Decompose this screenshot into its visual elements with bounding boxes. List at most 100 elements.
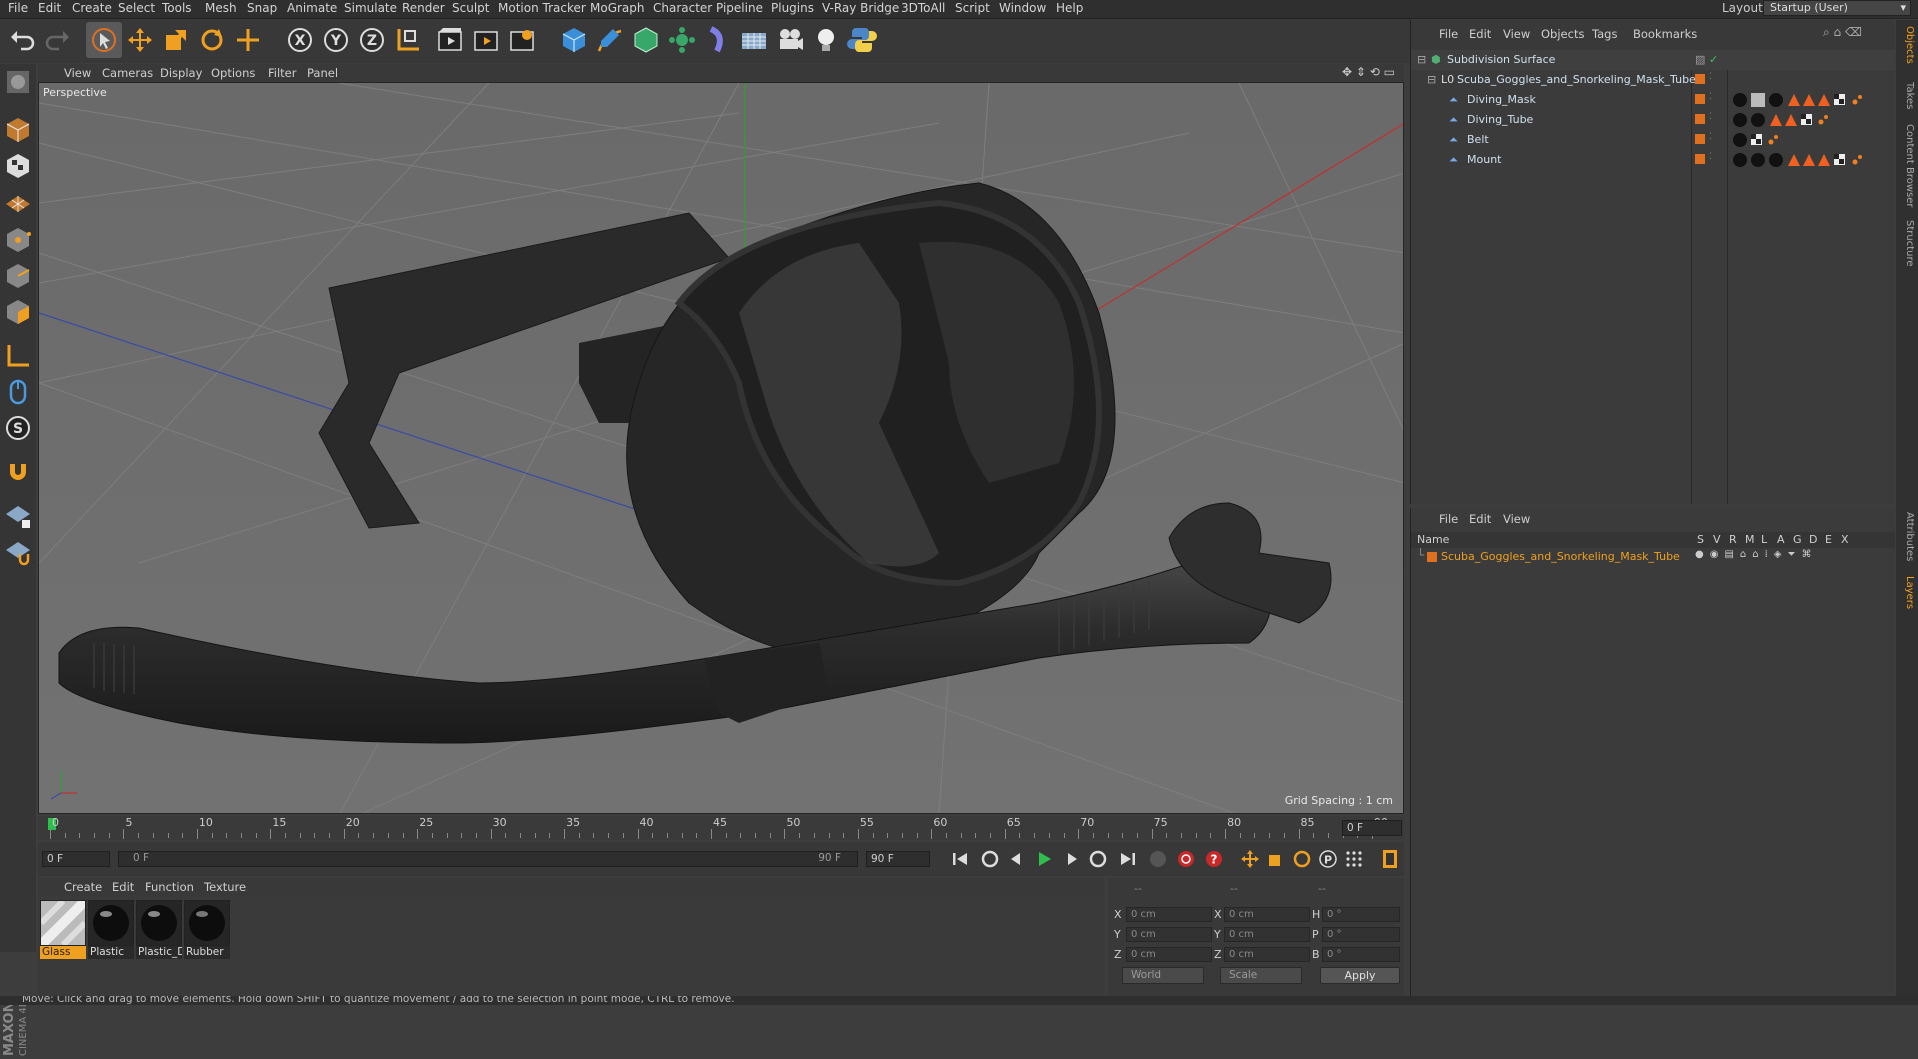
check-icon[interactable]: ✓: [1709, 53, 1718, 66]
menu-help[interactable]: Help: [1056, 1, 1083, 15]
material-rubber[interactable]: Rubber: [184, 900, 230, 959]
lm-menu-edit[interactable]: Edit: [1469, 512, 1491, 526]
key-scale-button[interactable]: [1264, 846, 1288, 872]
timeline-layout-button[interactable]: [1378, 846, 1402, 872]
render-picture-queue-button[interactable]: [468, 22, 504, 58]
rotation-b-field[interactable]: 0 °: [1322, 947, 1400, 962]
python-button[interactable]: [844, 22, 880, 58]
apply-button[interactable]: Apply: [1320, 967, 1400, 984]
points-mode-button[interactable]: [3, 224, 33, 256]
move-button[interactable]: [122, 22, 158, 58]
key-param-button[interactable]: P: [1316, 846, 1340, 872]
floor-button[interactable]: [736, 22, 772, 58]
layer-row[interactable]: └ Scuba_Goggles_and_Snorkeling_Mask_Tube…: [1411, 548, 1895, 566]
size-y-field[interactable]: 0 cm: [1224, 927, 1310, 942]
layout-select[interactable]: Startup (User) ▾: [1763, 0, 1911, 16]
tab-takes[interactable]: Takes: [1899, 82, 1915, 109]
model-mode-button[interactable]: [3, 114, 33, 146]
menu-select[interactable]: Select: [118, 1, 155, 15]
layer-color-swatch[interactable]: [1695, 134, 1705, 144]
position-x-field[interactable]: 0 cm: [1126, 907, 1212, 922]
goto-end-button[interactable]: [1116, 846, 1140, 872]
size-z-field[interactable]: 0 cm: [1224, 947, 1310, 962]
om-menu-edit[interactable]: Edit: [1469, 27, 1491, 41]
om-menu-bookmarks[interactable]: Bookmarks: [1633, 27, 1697, 41]
next-key-button[interactable]: [1086, 846, 1110, 872]
viewport-menu-view[interactable]: View: [64, 66, 91, 80]
tab-objects[interactable]: Objects: [1899, 26, 1915, 64]
undo-button[interactable]: [4, 22, 40, 58]
collapse-icon[interactable]: ⊟: [1417, 53, 1426, 66]
object-row[interactable]: ⊟ L0 Scuba_Goggles_and_Snorkeling_Mask_T…: [1411, 70, 1895, 90]
menu-plugins[interactable]: Plugins: [771, 1, 814, 15]
camera-button[interactable]: [772, 22, 808, 58]
om-menu-view[interactable]: View: [1503, 27, 1530, 41]
lm-menu-file[interactable]: File: [1439, 512, 1458, 526]
visibility-dots-icon[interactable]: ⁚: [1709, 92, 1712, 102]
visibility-dots-icon[interactable]: ⁚: [1709, 112, 1712, 122]
y-axis-button[interactable]: Y: [318, 22, 354, 58]
viewport-menu-panel[interactable]: Panel: [307, 66, 338, 80]
layer-color-swatch[interactable]: [1695, 94, 1705, 104]
end-frame-field[interactable]: 90 F: [866, 851, 930, 867]
position-z-field[interactable]: 0 cm: [1126, 947, 1212, 962]
lm-menu-view[interactable]: View: [1503, 512, 1530, 526]
menu-motion-tracker[interactable]: Motion Tracker: [498, 1, 586, 15]
material-menu-create[interactable]: Create: [64, 880, 102, 894]
render-view-button[interactable]: [432, 22, 468, 58]
layer-color-swatch[interactable]: [1695, 74, 1705, 84]
viewport-menu-display[interactable]: Display: [160, 66, 202, 80]
material-menu-texture[interactable]: Texture: [204, 880, 246, 894]
visibility-dots-icon[interactable]: ⁚: [1709, 152, 1712, 162]
om-menu-file[interactable]: File: [1439, 27, 1458, 41]
frame-range-slider[interactable]: 0 F 90 F: [118, 851, 858, 867]
material-plastic[interactable]: Plastic: [88, 900, 134, 959]
array-button[interactable]: [664, 22, 700, 58]
visibility-dots-icon[interactable]: ⁚: [1709, 132, 1712, 142]
material-plastic-d[interactable]: Plastic_D: [136, 900, 182, 959]
edges-mode-button[interactable]: [3, 260, 33, 292]
object-visibility-icon[interactable]: ▨: [1695, 53, 1705, 66]
last-tool-button[interactable]: [230, 22, 266, 58]
viewport-menu-filter[interactable]: Filter: [268, 66, 296, 80]
menu-vray-bridge[interactable]: V-Ray Bridge: [822, 1, 899, 15]
tab-structure[interactable]: Structure: [1899, 220, 1915, 267]
light-button[interactable]: [808, 22, 844, 58]
object-row[interactable]: ⏶ Mount ⁚: [1411, 150, 1895, 170]
coord-mode-select[interactable]: World: [1122, 967, 1204, 984]
make-editable-button[interactable]: [3, 66, 33, 98]
menu-edit[interactable]: Edit: [38, 1, 61, 15]
rotation-h-field[interactable]: 0 °: [1322, 907, 1400, 922]
menu-render[interactable]: Render: [402, 1, 445, 15]
tab-attributes[interactable]: Attributes: [1899, 512, 1915, 561]
menu-mograph[interactable]: MoGraph: [590, 1, 645, 15]
menu-simulate[interactable]: Simulate: [344, 1, 397, 15]
menu-script[interactable]: Script: [955, 1, 990, 15]
menu-character[interactable]: Character: [653, 1, 712, 15]
key-pla-button[interactable]: [1342, 846, 1366, 872]
menu-mesh[interactable]: Mesh: [205, 1, 237, 15]
menu-snap[interactable]: Snap: [247, 1, 277, 15]
record-active-button[interactable]: [1146, 846, 1170, 872]
object-row[interactable]: ⏶ Diving_Mask ⁚: [1411, 90, 1895, 110]
x-axis-button[interactable]: X: [282, 22, 318, 58]
snap-s-button[interactable]: S: [3, 412, 33, 444]
material-glass[interactable]: Glass: [40, 900, 86, 959]
layer-color-swatch[interactable]: [1695, 154, 1705, 164]
om-menu-objects[interactable]: Objects: [1541, 27, 1584, 41]
menu-file[interactable]: File: [8, 1, 28, 15]
lock-grid-button[interactable]: [3, 500, 33, 532]
layer-color-swatch[interactable]: [1427, 552, 1437, 562]
menu-pipeline[interactable]: Pipeline: [716, 1, 763, 15]
pen-spline-button[interactable]: [592, 22, 628, 58]
menu-tools[interactable]: Tools: [162, 1, 192, 15]
goto-start-button[interactable]: [948, 846, 972, 872]
tweak-button[interactable]: [3, 376, 33, 408]
scale-button[interactable]: [158, 22, 194, 58]
object-row[interactable]: ⏶ Diving_Tube ⁚: [1411, 110, 1895, 130]
layer-toggles-icon[interactable]: ●◉▤⌂⌂⁞◈⏷⌘: [1695, 549, 1817, 560]
viewport-menu-options[interactable]: Options: [211, 66, 255, 80]
start-frame-field[interactable]: 0 F: [42, 851, 110, 867]
menu-create[interactable]: Create: [72, 1, 112, 15]
object-row[interactable]: ⏶ Belt ⁚: [1411, 130, 1895, 150]
